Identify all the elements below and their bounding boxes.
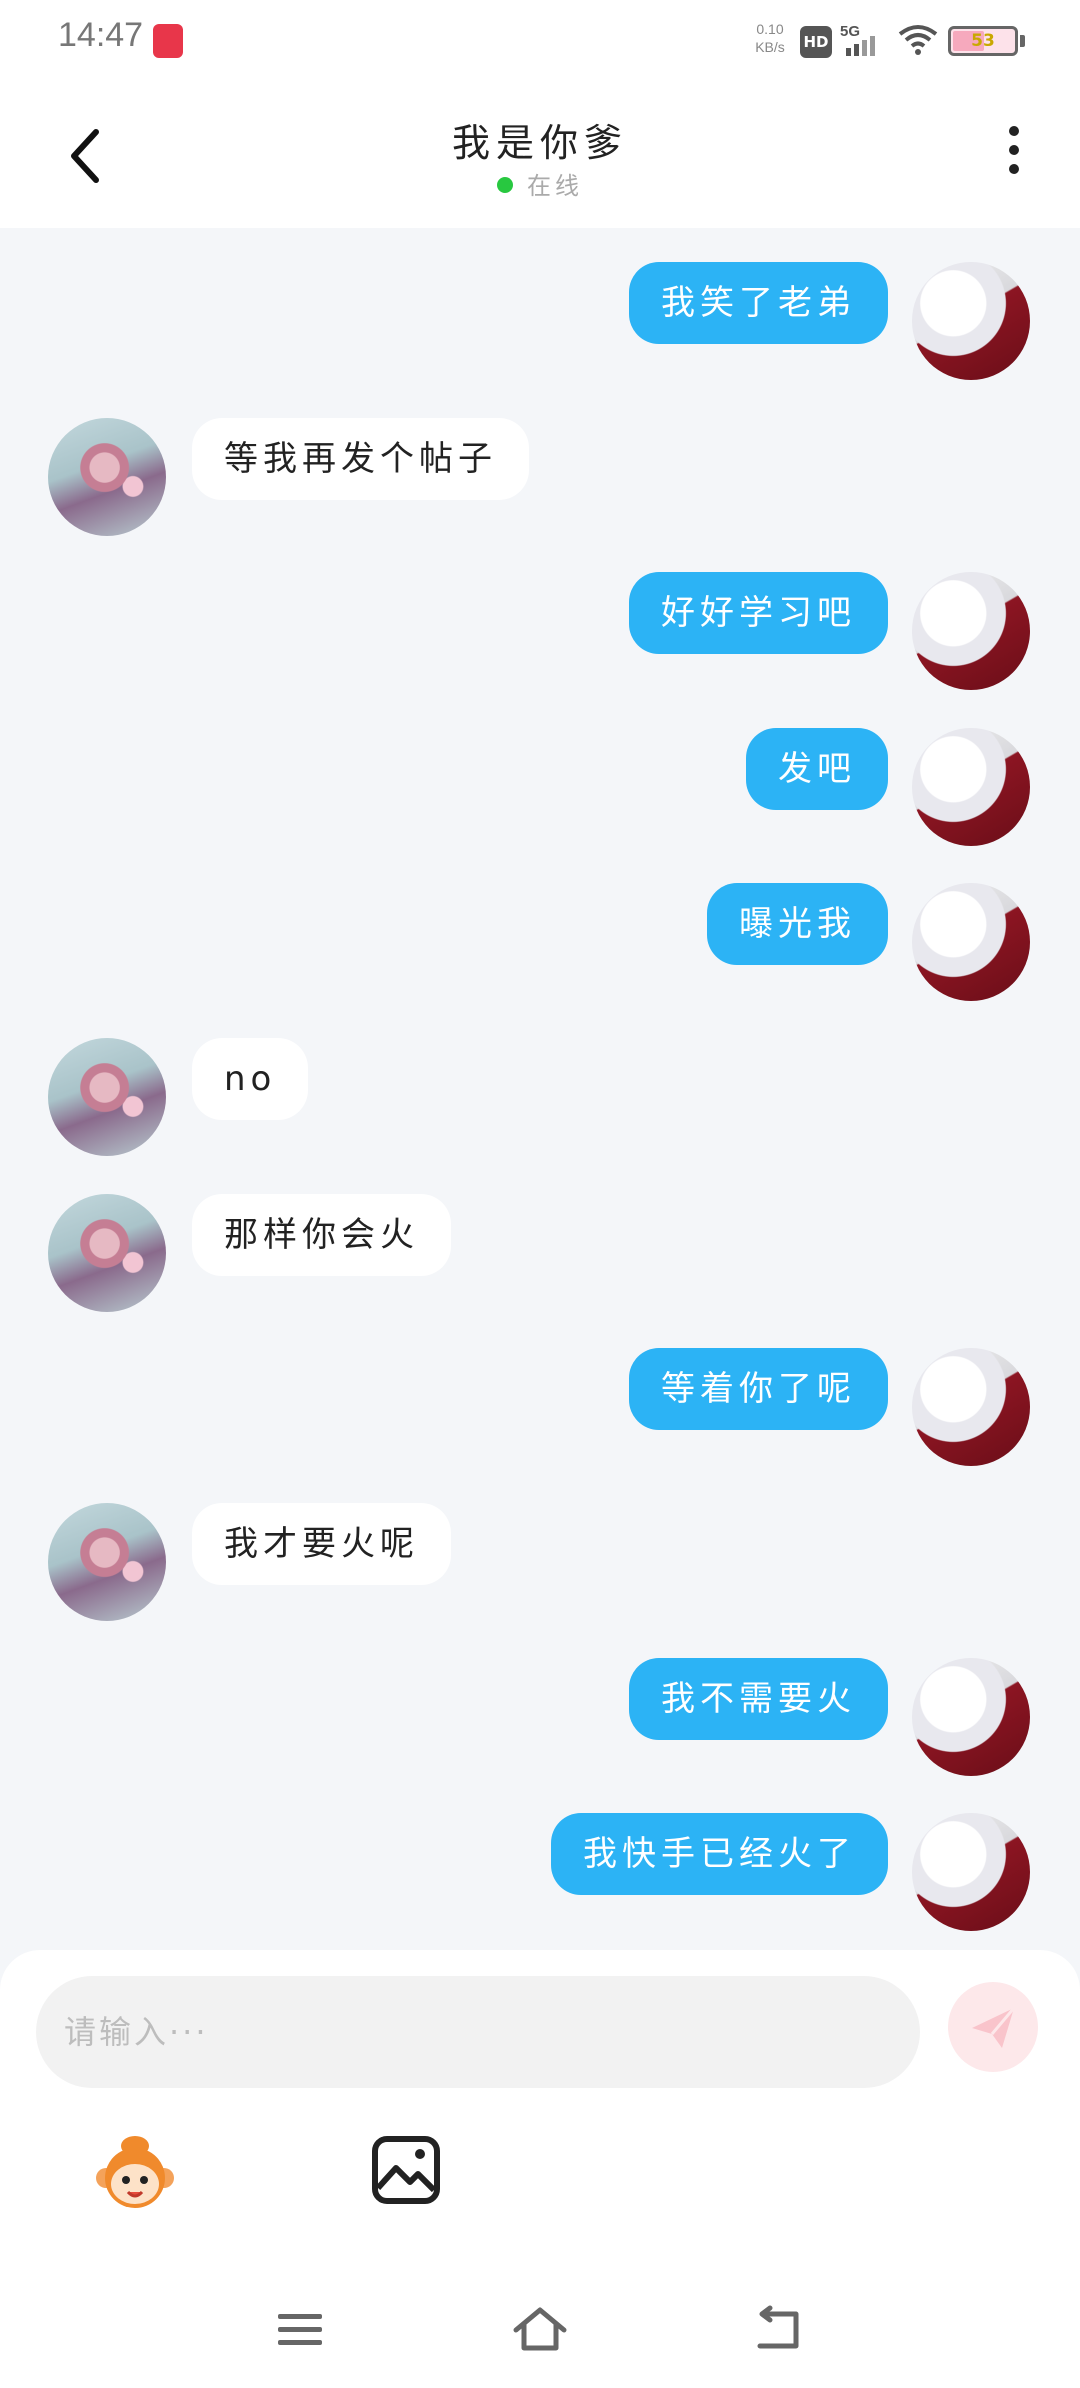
my-avatar[interactable] — [912, 883, 1030, 1001]
monkey-emoji-icon — [96, 2136, 174, 2208]
message-row-incoming: 等我再发个帖子 — [0, 418, 1080, 548]
send-button[interactable] — [948, 1982, 1038, 2072]
message-row-incoming: 那样你会火 — [0, 1194, 1080, 1324]
presence-label: 在线 — [527, 172, 583, 200]
nav-home-button[interactable] — [510, 2300, 570, 2360]
message-bubble[interactable]: 等我再发个帖子 — [192, 418, 529, 500]
contact-avatar[interactable] — [48, 1503, 166, 1621]
image-icon — [372, 2136, 440, 2204]
wifi-icon — [898, 24, 938, 60]
my-avatar[interactable] — [912, 1658, 1030, 1776]
message-row-outgoing: 曝光我 — [0, 883, 1080, 1013]
message-row-outgoing: 我快手已经火了 — [0, 1813, 1080, 1943]
more-dot — [1009, 145, 1019, 155]
message-bubble[interactable]: 我笑了老弟 — [629, 262, 888, 344]
battery-level-text: 53 — [971, 31, 995, 51]
message-bubble[interactable]: no — [192, 1038, 309, 1120]
message-row-outgoing: 发吧 — [0, 728, 1080, 858]
network-type-label: 5G — [840, 23, 860, 40]
status-bar: 14:47 0.10 KB/s HD 5G 53 — [0, 0, 1080, 80]
paper-plane-icon — [972, 2007, 1016, 2048]
image-button[interactable] — [370, 2134, 442, 2206]
message-bubble[interactable]: 我快手已经火了 — [551, 1813, 888, 1895]
back-icon — [757, 2305, 799, 2349]
signal-icon: 5G — [840, 22, 890, 62]
more-vertical-icon — [1009, 126, 1019, 136]
message-row-outgoing: 我笑了老弟 — [0, 262, 1080, 392]
hd-icon: HD — [800, 26, 832, 58]
my-avatar[interactable] — [912, 1813, 1030, 1931]
message-row-outgoing: 好好学习吧 — [0, 572, 1080, 702]
home-icon — [513, 2307, 567, 2351]
online-dot-icon — [497, 177, 513, 193]
system-nav-bar — [0, 2270, 1080, 2388]
contact-avatar[interactable] — [48, 1194, 166, 1312]
message-row-outgoing: 等着你了呢 — [0, 1348, 1080, 1478]
my-avatar[interactable] — [912, 728, 1030, 846]
emoji-button[interactable] — [90, 2130, 180, 2220]
contact-avatar[interactable] — [48, 1038, 166, 1156]
message-bubble[interactable]: 曝光我 — [707, 883, 888, 965]
message-row-incoming: no — [0, 1038, 1080, 1168]
chat-title: 我是你爹 — [451, 121, 628, 165]
message-bubble[interactable]: 等着你了呢 — [629, 1348, 888, 1430]
network-speed-unit: KB/s — [755, 39, 785, 55]
message-bubble[interactable]: 那样你会火 — [192, 1194, 451, 1276]
nav-menu-button[interactable] — [270, 2300, 330, 2360]
my-avatar[interactable] — [912, 262, 1030, 380]
message-bubble[interactable]: 我才要火呢 — [192, 1503, 451, 1585]
message-bubble[interactable]: 我不需要火 — [629, 1658, 888, 1740]
app-notification-icon — [153, 24, 183, 58]
my-avatar[interactable] — [912, 1348, 1030, 1466]
status-time: 14:47 — [58, 16, 144, 54]
network-speed-value: 0.10 — [756, 21, 784, 37]
network-speed: 0.10 KB/s — [752, 20, 788, 56]
message-input[interactable] — [36, 1976, 920, 2088]
battery-icon: 53 — [948, 26, 1018, 56]
more-dot — [1009, 164, 1019, 174]
message-bubble[interactable]: 发吧 — [746, 728, 888, 810]
menu-icon — [278, 2314, 322, 2345]
message-row-incoming: 我才要火呢 — [0, 1503, 1080, 1633]
message-row-outgoing: 我不需要火 — [0, 1658, 1080, 1788]
chat-header: 我是你爹 在线 — [0, 80, 1080, 228]
my-avatar[interactable] — [912, 572, 1030, 690]
more-options-button[interactable] — [1000, 126, 1028, 190]
nav-back-button[interactable] — [750, 2300, 810, 2360]
message-bubble[interactable]: 好好学习吧 — [629, 572, 888, 654]
contact-avatar[interactable] — [48, 418, 166, 536]
battery-cap — [1020, 35, 1025, 47]
presence-status: 在线 — [0, 166, 1080, 201]
